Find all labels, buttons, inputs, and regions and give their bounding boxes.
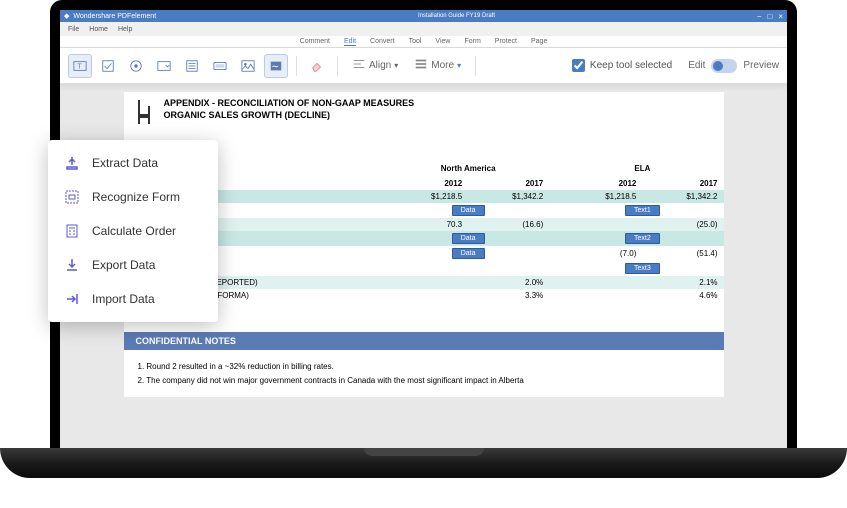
note-2: 2. The company did not win major governm… — [138, 374, 710, 388]
tab-tool[interactable]: Tool — [409, 38, 422, 45]
menu-export-data[interactable]: Export Data — [48, 248, 218, 282]
tab-convert[interactable]: Convert — [370, 38, 395, 45]
form-field-data[interactable]: Data — [452, 205, 485, 216]
form-field-text3[interactable]: Text3 — [625, 263, 660, 274]
tab-edit[interactable]: Edit — [344, 38, 356, 46]
form-field-text2[interactable]: Text2 — [625, 233, 660, 244]
menu-help[interactable]: Help — [118, 26, 132, 33]
chevron-down-icon: ▾ — [457, 61, 461, 70]
calculate-icon — [64, 223, 80, 239]
menu-calculate-order[interactable]: Calculate Order — [48, 214, 218, 248]
align-icon — [352, 57, 366, 74]
import-icon — [64, 291, 80, 307]
keep-tool-input[interactable] — [572, 59, 585, 72]
region-na: North America — [387, 162, 549, 177]
chair-icon — [134, 98, 154, 126]
listbox-tool[interactable] — [180, 54, 204, 78]
menu-extract-data[interactable]: Extract Data — [48, 146, 218, 180]
minimize-button[interactable]: − — [757, 12, 762, 21]
preview-mode-label: Preview — [743, 60, 779, 71]
eraser-tool[interactable] — [305, 54, 329, 78]
extract-icon — [64, 155, 80, 171]
align-button[interactable]: Align ▾ — [346, 57, 404, 74]
export-icon — [64, 257, 80, 273]
edit-mode-label: Edit — [688, 60, 705, 71]
checkbox-tool[interactable] — [96, 54, 120, 78]
toolbar: T Align ▾ More ▾ — [60, 48, 787, 84]
maximize-button[interactable]: □ — [767, 12, 772, 21]
dropdown-tool[interactable] — [152, 54, 176, 78]
ribbon-tabs: Comment Edit Convert Tool View Form Prot… — [60, 36, 787, 48]
button-tool[interactable] — [208, 54, 232, 78]
menu-recognize-form[interactable]: Recognize Form — [48, 180, 218, 214]
doc-title-2: ORGANIC SALES GROWTH (DECLINE) — [164, 110, 415, 120]
menu-home[interactable]: Home — [89, 26, 108, 33]
form-field-text1[interactable]: Text1 — [625, 205, 660, 216]
doc-title-1: APPENDIX - RECONCILIATION OF NON-GAAP ME… — [164, 98, 415, 108]
tab-comment[interactable]: Comment — [300, 38, 330, 45]
tab-form[interactable]: Form — [464, 38, 480, 45]
tab-protect[interactable]: Protect — [495, 38, 517, 45]
tab-view[interactable]: View — [435, 38, 450, 45]
app-name: Wondershare PDFelement — [73, 13, 156, 20]
region-ela: ELA — [561, 162, 723, 177]
menu-file[interactable]: File — [68, 26, 79, 33]
signature-tool[interactable] — [264, 54, 288, 78]
radio-tool[interactable] — [124, 54, 148, 78]
chevron-down-icon: ▾ — [394, 61, 398, 70]
form-field-data[interactable]: Data — [452, 248, 485, 259]
close-button[interactable]: × — [778, 12, 783, 21]
menu-import-data[interactable]: Import Data — [48, 282, 218, 316]
form-field-data[interactable]: Data — [452, 233, 485, 244]
confidential-header: CONFIDENTIAL NOTES — [124, 332, 724, 350]
menu-icon — [414, 57, 428, 74]
more-button[interactable]: More ▾ — [408, 57, 467, 74]
svg-text:T: T — [77, 63, 82, 70]
document-title: Installation Guide FY19 Draft — [418, 13, 495, 19]
note-1: 1. Round 2 resulted in a ~32% reduction … — [138, 360, 710, 374]
menubar: File Home Help — [60, 22, 787, 36]
titlebar: ◆ Wondershare PDFelement Installation Gu… — [60, 10, 787, 22]
recognize-icon — [64, 189, 80, 205]
app-logo-icon: ◆ — [64, 12, 69, 20]
keep-tool-checkbox[interactable]: Keep tool selected — [572, 59, 672, 72]
image-tool[interactable] — [236, 54, 260, 78]
laptop-base — [0, 448, 847, 478]
text-field-tool[interactable]: T — [68, 54, 92, 78]
form-context-menu: Extract Data Recognize Form Calculate Or… — [48, 140, 218, 322]
tab-page[interactable]: Page — [531, 38, 547, 45]
edit-preview-toggle[interactable] — [711, 59, 737, 73]
